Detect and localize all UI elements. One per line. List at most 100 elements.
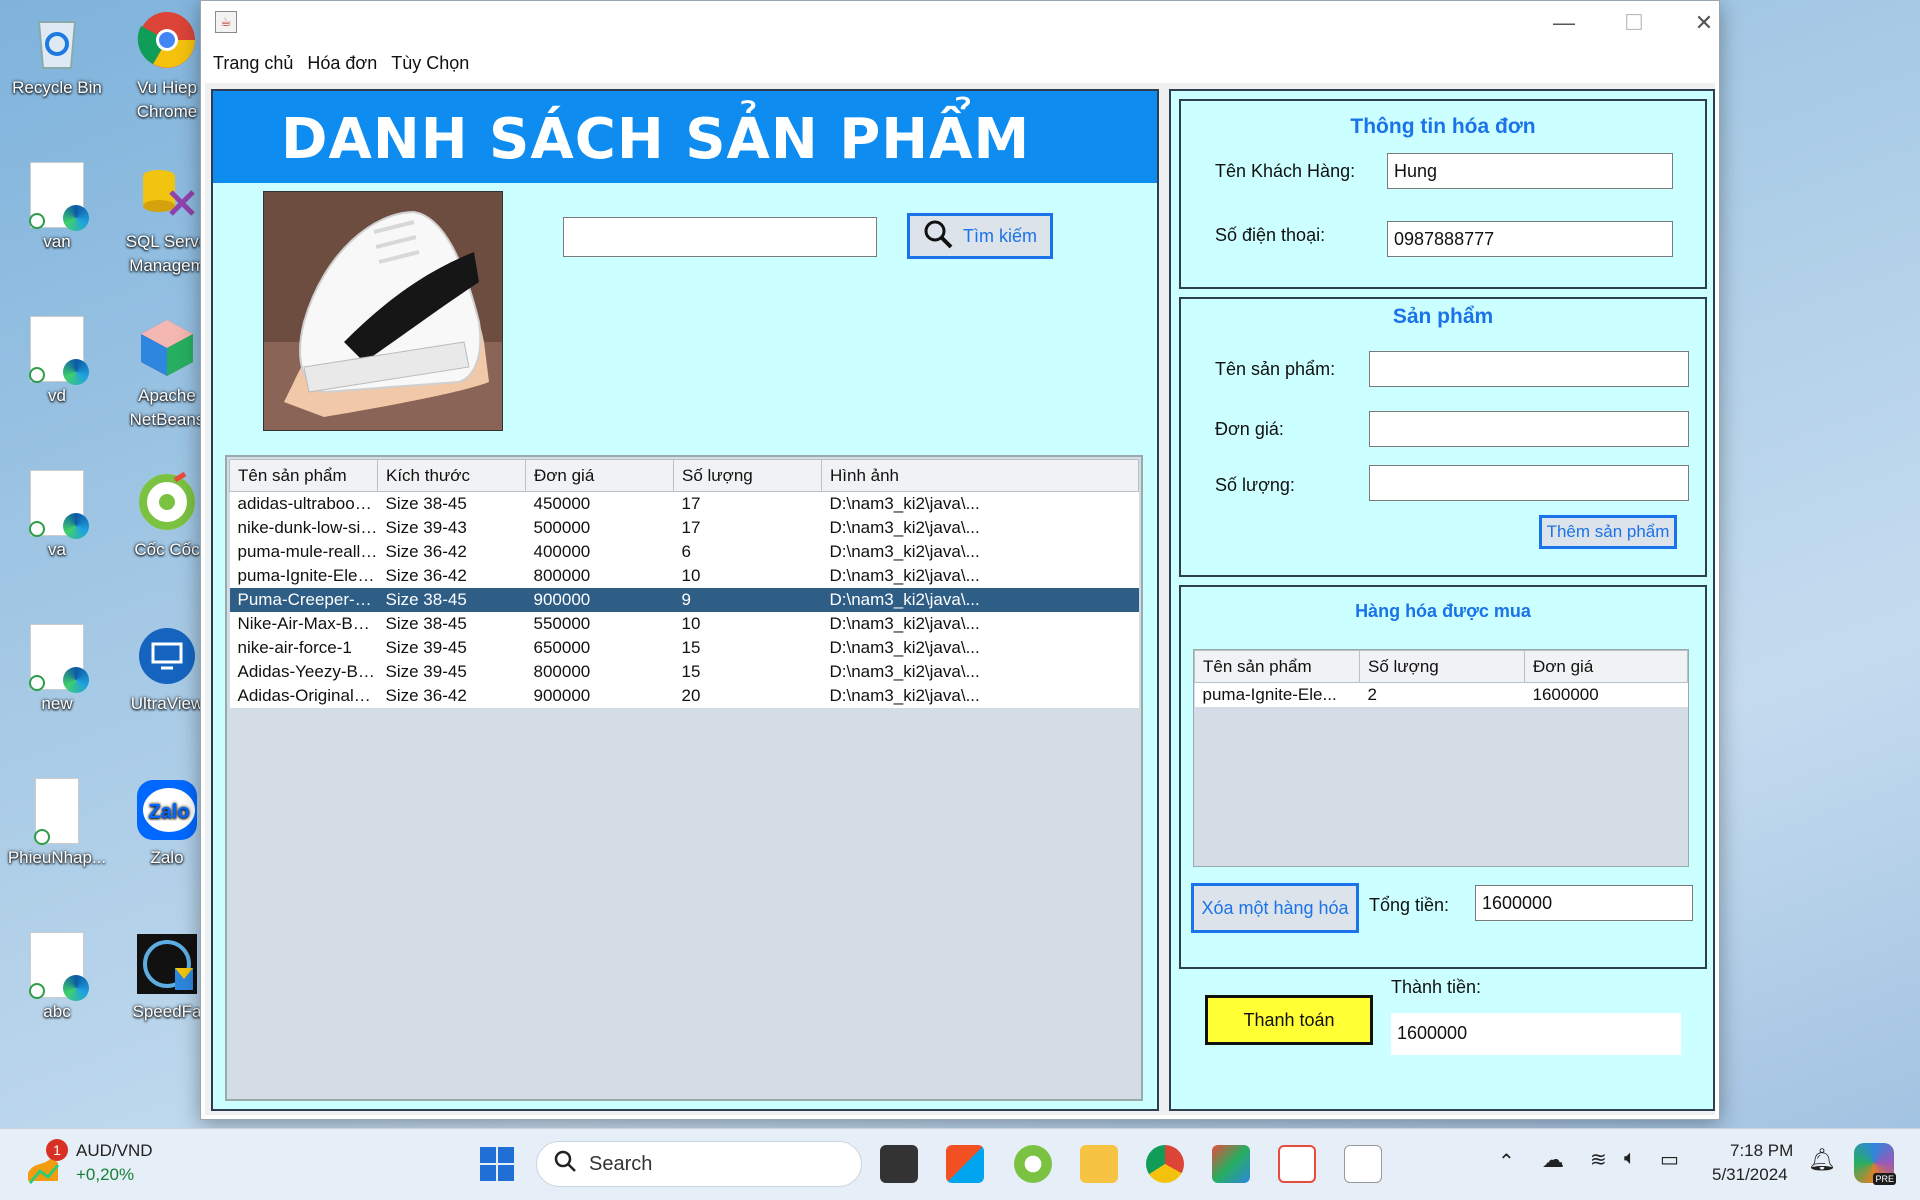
edge-document-icon bbox=[25, 162, 89, 231]
table-row[interactable]: Nike-Air-Max-BW-... Size 38-45 550000 10 D:\… bbox=[229, 611, 1139, 636]
file-explorer-icon[interactable] bbox=[1080, 1145, 1118, 1183]
column-header[interactable]: Tên sản phẩm bbox=[229, 459, 378, 492]
desktop-icon-recycle-bin[interactable]: Recycle Bin bbox=[2, 8, 112, 100]
cart-table: Tên sản phẩm Số lượng Đơn giá puma-Ignit… bbox=[1193, 649, 1689, 867]
search-icon bbox=[923, 219, 953, 254]
desktop-icon-label: van bbox=[43, 232, 71, 251]
snipping-tool-icon[interactable] bbox=[1278, 1145, 1316, 1183]
table-cell: 6 bbox=[673, 539, 822, 564]
search-button[interactable]: Tìm kiếm bbox=[907, 213, 1053, 259]
desktop-icon-label: abc bbox=[43, 1002, 71, 1021]
close-button[interactable]: ✕ bbox=[1681, 7, 1727, 39]
desktop-icon-new[interactable]: new bbox=[2, 624, 112, 716]
edge-document-icon bbox=[25, 932, 89, 1001]
table-row[interactable]: Adidas-Yeezy-Boo... Size 39-45 800000 15 D:\… bbox=[229, 659, 1139, 684]
desktop-icon-abc[interactable]: abc bbox=[2, 932, 112, 1024]
table-row[interactable]: puma-Ignite-Eleva... Size 36-42 800000 10 D:… bbox=[229, 563, 1139, 588]
store-icon[interactable] bbox=[946, 1145, 984, 1183]
phone-field[interactable]: 0987888777 bbox=[1387, 221, 1673, 257]
speedfan-icon bbox=[135, 932, 199, 996]
quantity-field[interactable] bbox=[1369, 465, 1689, 501]
volume-icon[interactable]: 🔈︎ bbox=[1624, 1147, 1636, 1170]
netbeans-icon bbox=[135, 316, 199, 380]
desktop-icon-label: PhieuNhap... bbox=[7, 848, 107, 867]
netbeans-taskbar-icon[interactable] bbox=[1212, 1145, 1250, 1183]
app-window: ☕ — ☐ ✕ Trang chủ Hóa đơn Tùy Chọn DANH … bbox=[200, 0, 1720, 1120]
product-name-field[interactable] bbox=[1369, 351, 1689, 387]
table-row-selected[interactable]: Puma-Creeper-Ri... Size 38-45 900000 9 D:\na… bbox=[229, 587, 1139, 612]
menu-trang-chu[interactable]: Trang chủ bbox=[213, 53, 293, 74]
table-cell: 900000 bbox=[525, 683, 674, 708]
copilot-badge: PRE bbox=[1873, 1173, 1896, 1185]
search-input[interactable] bbox=[563, 217, 877, 257]
task-view-icon[interactable] bbox=[880, 1145, 918, 1183]
table-cell: 800000 bbox=[525, 659, 674, 684]
table-cell: puma-Ignite-Eleva... bbox=[229, 563, 378, 588]
column-header[interactable]: Đơn giá bbox=[525, 459, 674, 492]
java-taskbar-icon[interactable] bbox=[1344, 1145, 1382, 1183]
product-table: Tên sản phẩm Kích thước Đơn giá Số lượng… bbox=[225, 455, 1143, 1101]
table-cell: Size 39-45 bbox=[377, 635, 526, 660]
clock-time[interactable]: 7:18 PM bbox=[1730, 1141, 1793, 1161]
customer-name-field[interactable]: Hung bbox=[1387, 153, 1673, 189]
table-row[interactable]: Adidas-Originals-... Size 36-42 900000 20 D:… bbox=[229, 683, 1139, 708]
edge-document-icon bbox=[25, 624, 89, 693]
table-row[interactable]: puma-mule-reallove Size 36-42 400000 6 D:\na… bbox=[229, 539, 1139, 564]
copilot-icon[interactable]: PRE bbox=[1854, 1143, 1896, 1185]
column-header[interactable]: Hình ảnh bbox=[821, 459, 1139, 492]
table-cell: Nike-Air-Max-BW-... bbox=[229, 611, 378, 636]
menu-hoa-don[interactable]: Hóa đơn bbox=[307, 53, 377, 74]
page-title: DANH SÁCH SẢN PHẨM bbox=[281, 107, 1031, 172]
start-button[interactable] bbox=[478, 1145, 516, 1183]
column-header[interactable]: Tên sản phẩm bbox=[1194, 650, 1360, 683]
product-input-box: Sản phẩm Tên sản phẩm: Đơn giá: Số lượng… bbox=[1179, 297, 1707, 577]
coccoc-taskbar-icon[interactable] bbox=[1014, 1145, 1052, 1183]
notification-bell-icon[interactable]: 🔔︎ bbox=[1808, 1147, 1836, 1173]
wifi-icon[interactable]: ≋ bbox=[1590, 1147, 1607, 1172]
widgets-button[interactable]: 1 bbox=[24, 1139, 70, 1187]
table-row[interactable]: nike-dunk-low-silv... Size 39-43 500000 17 D… bbox=[229, 515, 1139, 540]
unit-price-label: Đơn giá: bbox=[1215, 419, 1284, 439]
add-product-button[interactable]: Thêm sản phẩm bbox=[1539, 515, 1677, 549]
column-header[interactable]: Kích thước bbox=[377, 459, 526, 492]
table-row[interactable]: adidas-ultraboost-20 Size 38-45 450000 17 D:… bbox=[229, 491, 1139, 516]
battery-icon[interactable]: ▭ bbox=[1660, 1147, 1679, 1172]
table-cell: Adidas-Originals-... bbox=[229, 683, 378, 708]
table-row[interactable]: nike-air-force-1 Size 39-45 650000 15 D:\nam… bbox=[229, 635, 1139, 660]
menu-bar: Trang chủ Hóa đơn Tùy Chọn bbox=[201, 45, 1719, 81]
column-header[interactable]: Số lượng bbox=[673, 459, 822, 492]
table-row[interactable]: puma-Ignite-Ele... 2 1600000 bbox=[1194, 682, 1688, 707]
customer-name-label: Tên Khách Hàng: bbox=[1215, 161, 1356, 181]
desktop-icon-vd[interactable]: vd bbox=[2, 316, 112, 408]
pay-button[interactable]: Thanh toán bbox=[1205, 995, 1373, 1045]
desktop-icon-va[interactable]: va bbox=[2, 470, 112, 562]
show-hidden-icons[interactable]: ⌃ bbox=[1498, 1149, 1515, 1174]
amount-field[interactable]: 1600000 bbox=[1391, 1013, 1681, 1055]
unit-price-field[interactable] bbox=[1369, 411, 1689, 447]
onedrive-icon[interactable]: ☁ bbox=[1542, 1147, 1564, 1173]
column-header[interactable]: Đơn giá bbox=[1524, 650, 1688, 683]
menu-tuy-chon[interactable]: Tùy Chọn bbox=[391, 53, 469, 74]
table-cell: 2 bbox=[1359, 682, 1525, 707]
desktop-icon-van[interactable]: van bbox=[2, 162, 112, 254]
clock-date[interactable]: 5/31/2024 bbox=[1712, 1165, 1788, 1185]
minimize-button[interactable]: — bbox=[1541, 7, 1587, 39]
desktop-icon-phieunhap[interactable]: PhieuNhap... bbox=[2, 778, 112, 870]
invoice-info-title: Thông tin hóa đơn bbox=[1350, 115, 1536, 138]
taskbar-search[interactable]: Search bbox=[536, 1141, 862, 1187]
widget-value: +0,20% bbox=[76, 1165, 135, 1184]
search-button-label: Tìm kiếm bbox=[963, 225, 1037, 246]
table-cell: 450000 bbox=[525, 491, 674, 516]
desktop-icon-label: new bbox=[41, 694, 73, 713]
table-cell: 15 bbox=[673, 659, 822, 684]
purchased-items-title: Hàng hóa được mua bbox=[1355, 601, 1531, 621]
total-field[interactable]: 1600000 bbox=[1475, 885, 1693, 921]
recycle-bin-icon bbox=[25, 8, 89, 72]
table-cell: 10 bbox=[673, 611, 822, 636]
chrome-taskbar-icon[interactable] bbox=[1146, 1145, 1184, 1183]
column-header[interactable]: Số lượng bbox=[1359, 650, 1525, 683]
search-placeholder: Search bbox=[589, 1152, 653, 1175]
remove-item-button[interactable]: Xóa một hàng hóa bbox=[1191, 883, 1359, 933]
maximize-button[interactable]: ☐ bbox=[1611, 7, 1657, 39]
table-cell: 400000 bbox=[525, 539, 674, 564]
